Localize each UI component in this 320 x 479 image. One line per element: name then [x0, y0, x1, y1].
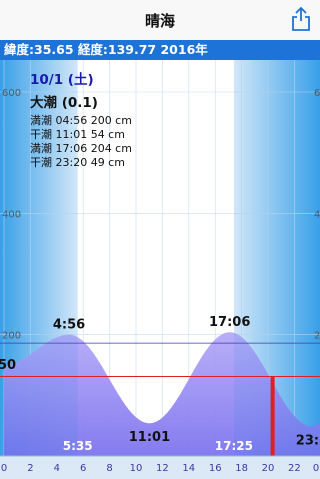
- page-title: 晴海: [144, 12, 175, 30]
- tide-type-label: 大潮 (0.1): [30, 95, 98, 111]
- x-tick-label: 16: [209, 463, 222, 474]
- x-tick-label: 6: [80, 463, 86, 474]
- peak-label-1: 4:56: [53, 318, 85, 333]
- x-tick-label: 0: [313, 463, 319, 474]
- peak-label-5: 50: [0, 358, 16, 373]
- x-tick-label: 22: [288, 463, 301, 474]
- tide-event-2: 干潮 11:01 54 cm: [30, 128, 125, 141]
- x-tick-label: 4: [54, 463, 60, 474]
- current-time-bar: [270, 376, 275, 456]
- tide-event-3: 満潮 17:06 204 cm: [30, 142, 132, 155]
- date-label: 10/1 (土): [30, 72, 94, 88]
- x-tick-label: 8: [106, 463, 112, 474]
- sunrise-label: 5:35: [63, 439, 93, 453]
- x-tick-label: 14: [182, 463, 195, 474]
- night-overlay-right: [233, 60, 320, 456]
- location-info-bar: 緯度:35.65 経度:139.77 2016年: [0, 40, 320, 60]
- peak-label-2: 11:01: [129, 430, 170, 445]
- share-icon[interactable]: [290, 6, 312, 32]
- x-tick-label: 10: [130, 463, 143, 474]
- peak-label-3: 17:06: [209, 315, 250, 330]
- tide-event-4: 干潮 23:20 49 cm: [30, 156, 125, 169]
- x-tick-label: 12: [156, 463, 169, 474]
- x-tick-label: 18: [235, 463, 248, 474]
- x-tick-label: 2: [27, 463, 33, 474]
- navigation-bar: 晴海: [0, 0, 320, 41]
- tide-event-1: 満潮 04:56 200 cm: [30, 114, 132, 127]
- x-tick-label: 0: [1, 463, 7, 474]
- peak-label-4: 23:2: [296, 433, 320, 448]
- sunset-label: 17:25: [215, 439, 253, 453]
- tide-info-panel: 10/1 (土) 大潮 (0.1) 満潮 04:56 200 cm 干潮 11:…: [30, 68, 132, 170]
- x-tick-label: 20: [262, 463, 275, 474]
